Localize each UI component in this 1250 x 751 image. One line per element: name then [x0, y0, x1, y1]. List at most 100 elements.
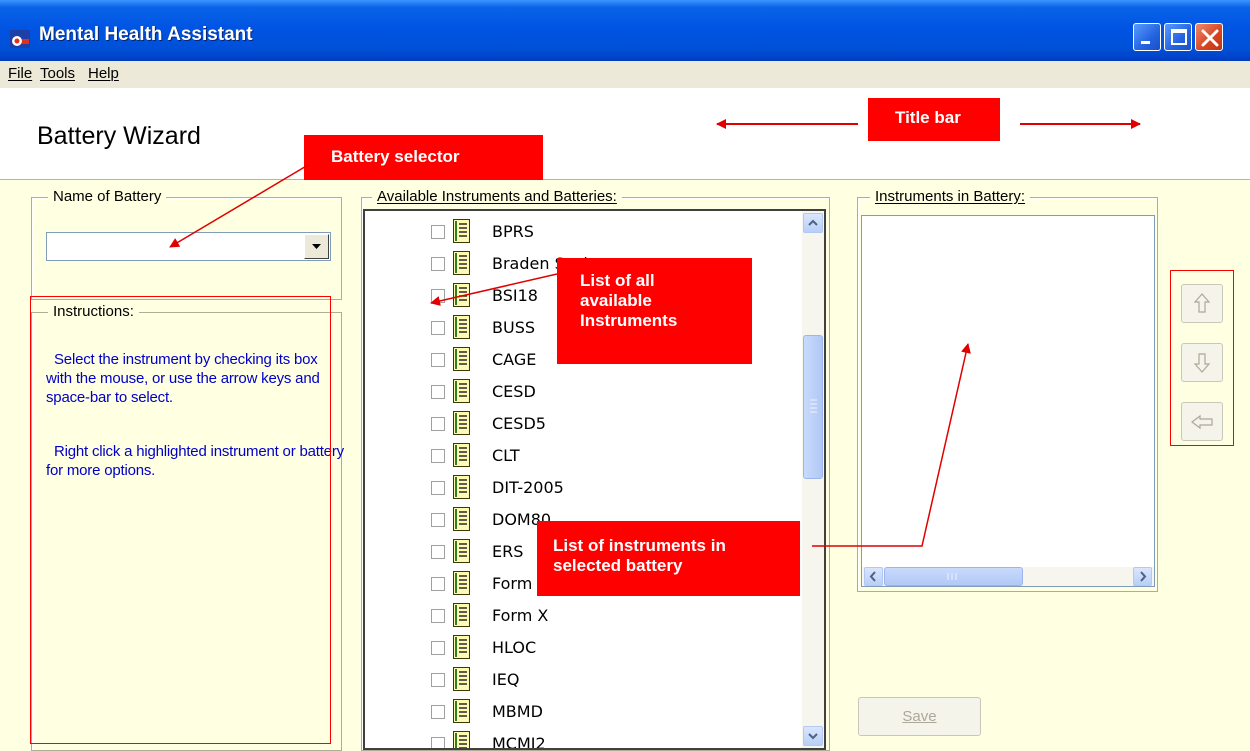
list-item[interactable]: IEQ	[365, 664, 805, 695]
annotation-selected-line2: selected battery	[553, 556, 683, 575]
maximize-button[interactable]	[1164, 23, 1192, 51]
horizontal-scroll-thumb[interactable]	[884, 567, 1023, 586]
instrument-checkbox[interactable]	[431, 609, 445, 623]
scroll-up-button[interactable]	[803, 213, 823, 233]
instrument-checkbox[interactable]	[431, 481, 445, 495]
battery-instruments-legend-text: Instruments in Battery:	[875, 188, 1026, 205]
close-button[interactable]	[1195, 23, 1223, 51]
instrument-document-icon	[453, 667, 470, 691]
instrument-checkbox[interactable]	[431, 705, 445, 719]
scroll-left-button[interactable]	[864, 567, 883, 586]
available-legend-text: Available Instruments and Batteries:	[377, 188, 617, 205]
battery-instruments-group: Instruments in Battery:	[857, 188, 1158, 592]
page-title: Battery Wizard	[37, 122, 201, 150]
instrument-document-icon	[453, 571, 470, 595]
grip-icon	[810, 399, 817, 413]
scroll-right-button[interactable]	[1133, 567, 1152, 586]
instrument-label: ERS	[492, 542, 524, 561]
battery-instruments-list[interactable]	[861, 215, 1155, 587]
instrument-checkbox[interactable]	[431, 417, 445, 431]
instrument-document-icon	[453, 251, 470, 275]
instrument-label: CESD5	[492, 414, 546, 433]
instrument-label: BPRS	[492, 222, 534, 241]
scroll-thumb[interactable]	[803, 335, 823, 479]
annotation-all-instruments-line3: Instruments	[580, 311, 678, 330]
list-item[interactable]: CESD5	[365, 408, 805, 439]
annotation-all-instruments-line2: available	[580, 291, 652, 310]
annotation-selected-line1: List of instruments in	[553, 536, 726, 555]
chevron-down-icon	[312, 244, 321, 249]
dropdown-button[interactable]	[304, 234, 329, 259]
annotation-title-bar-text: Title bar	[895, 108, 961, 127]
instrument-checkbox[interactable]	[431, 225, 445, 239]
instrument-label: BUSS	[492, 318, 535, 337]
list-item[interactable]: Form X	[365, 600, 805, 631]
list-item[interactable]: HLOC	[365, 632, 805, 663]
chevron-down-icon	[808, 733, 818, 740]
grip-icon	[947, 573, 957, 580]
chevron-left-icon	[869, 571, 876, 582]
instrument-checkbox[interactable]	[431, 449, 445, 463]
scroll-down-button[interactable]	[803, 726, 823, 746]
maximize-icon	[1171, 29, 1187, 45]
instrument-document-icon	[453, 283, 470, 307]
instrument-document-icon	[453, 379, 470, 403]
annotation-all-instruments-line1: List of all	[580, 271, 655, 290]
list-item[interactable]: CESD	[365, 376, 805, 407]
instrument-label: Form	[492, 574, 533, 593]
battery-selector-dropdown[interactable]	[46, 232, 331, 261]
instrument-checkbox[interactable]	[431, 257, 445, 271]
instrument-checkbox[interactable]	[431, 289, 445, 303]
list-item[interactable]: BPRS	[365, 216, 805, 247]
annotation-all-instruments: List of all available Instruments	[557, 258, 752, 364]
instrument-document-icon	[453, 347, 470, 371]
chevron-right-icon	[1140, 571, 1147, 582]
list-item[interactable]: DIT-2005	[365, 472, 805, 503]
instrument-document-icon	[453, 315, 470, 339]
instrument-label: BSI18	[492, 286, 538, 305]
menu-help[interactable]: Help	[88, 65, 119, 82]
window-title-bar[interactable]: Mental Health Assistant	[0, 0, 1250, 61]
menu-file[interactable]: File	[8, 65, 32, 82]
annotation-battery-selector-text: Battery selector	[331, 147, 460, 166]
annotation-battery-selector: Battery selector	[304, 135, 543, 180]
instrument-label: Form X	[492, 606, 549, 625]
instrument-document-icon	[453, 443, 470, 467]
horizontal-scrollbar[interactable]	[862, 567, 1154, 586]
minimize-icon	[1141, 41, 1150, 44]
instrument-label: MCMI2	[492, 734, 546, 750]
instrument-document-icon	[453, 635, 470, 659]
instrument-document-icon	[453, 475, 470, 499]
instrument-label: CESD	[492, 382, 536, 401]
close-icon	[1201, 29, 1219, 47]
instructions-highlight	[30, 296, 331, 744]
instrument-label: DIT-2005	[492, 478, 564, 497]
instrument-checkbox[interactable]	[431, 513, 445, 527]
instrument-checkbox[interactable]	[431, 577, 445, 591]
instrument-checkbox[interactable]	[431, 545, 445, 559]
instrument-checkbox[interactable]	[431, 353, 445, 367]
menu-bar: File Tools Help	[0, 61, 1250, 88]
minimize-button[interactable]	[1133, 23, 1161, 51]
instrument-label: IEQ	[492, 670, 520, 689]
list-item[interactable]: MCMI2	[365, 728, 805, 750]
instrument-checkbox[interactable]	[431, 321, 445, 335]
save-button[interactable]: Save	[858, 697, 981, 736]
list-item[interactable]: CLT	[365, 440, 805, 471]
instrument-document-icon	[453, 539, 470, 563]
instrument-checkbox[interactable]	[431, 385, 445, 399]
instrument-label: CAGE	[492, 350, 537, 369]
window-title: Mental Health Assistant	[39, 24, 253, 45]
vertical-scrollbar[interactable]	[802, 211, 824, 748]
battery-name-legend: Name of Battery	[48, 188, 167, 205]
instrument-document-icon	[453, 219, 470, 243]
instrument-document-icon	[453, 411, 470, 435]
instrument-document-icon	[453, 603, 470, 627]
list-item[interactable]: MBMD	[365, 696, 805, 727]
instrument-checkbox[interactable]	[431, 673, 445, 687]
instrument-document-icon	[453, 699, 470, 723]
instrument-checkbox[interactable]	[431, 641, 445, 655]
instrument-checkbox[interactable]	[431, 737, 445, 748]
instrument-label: CLT	[492, 446, 520, 465]
menu-tools[interactable]: Tools	[40, 65, 75, 82]
